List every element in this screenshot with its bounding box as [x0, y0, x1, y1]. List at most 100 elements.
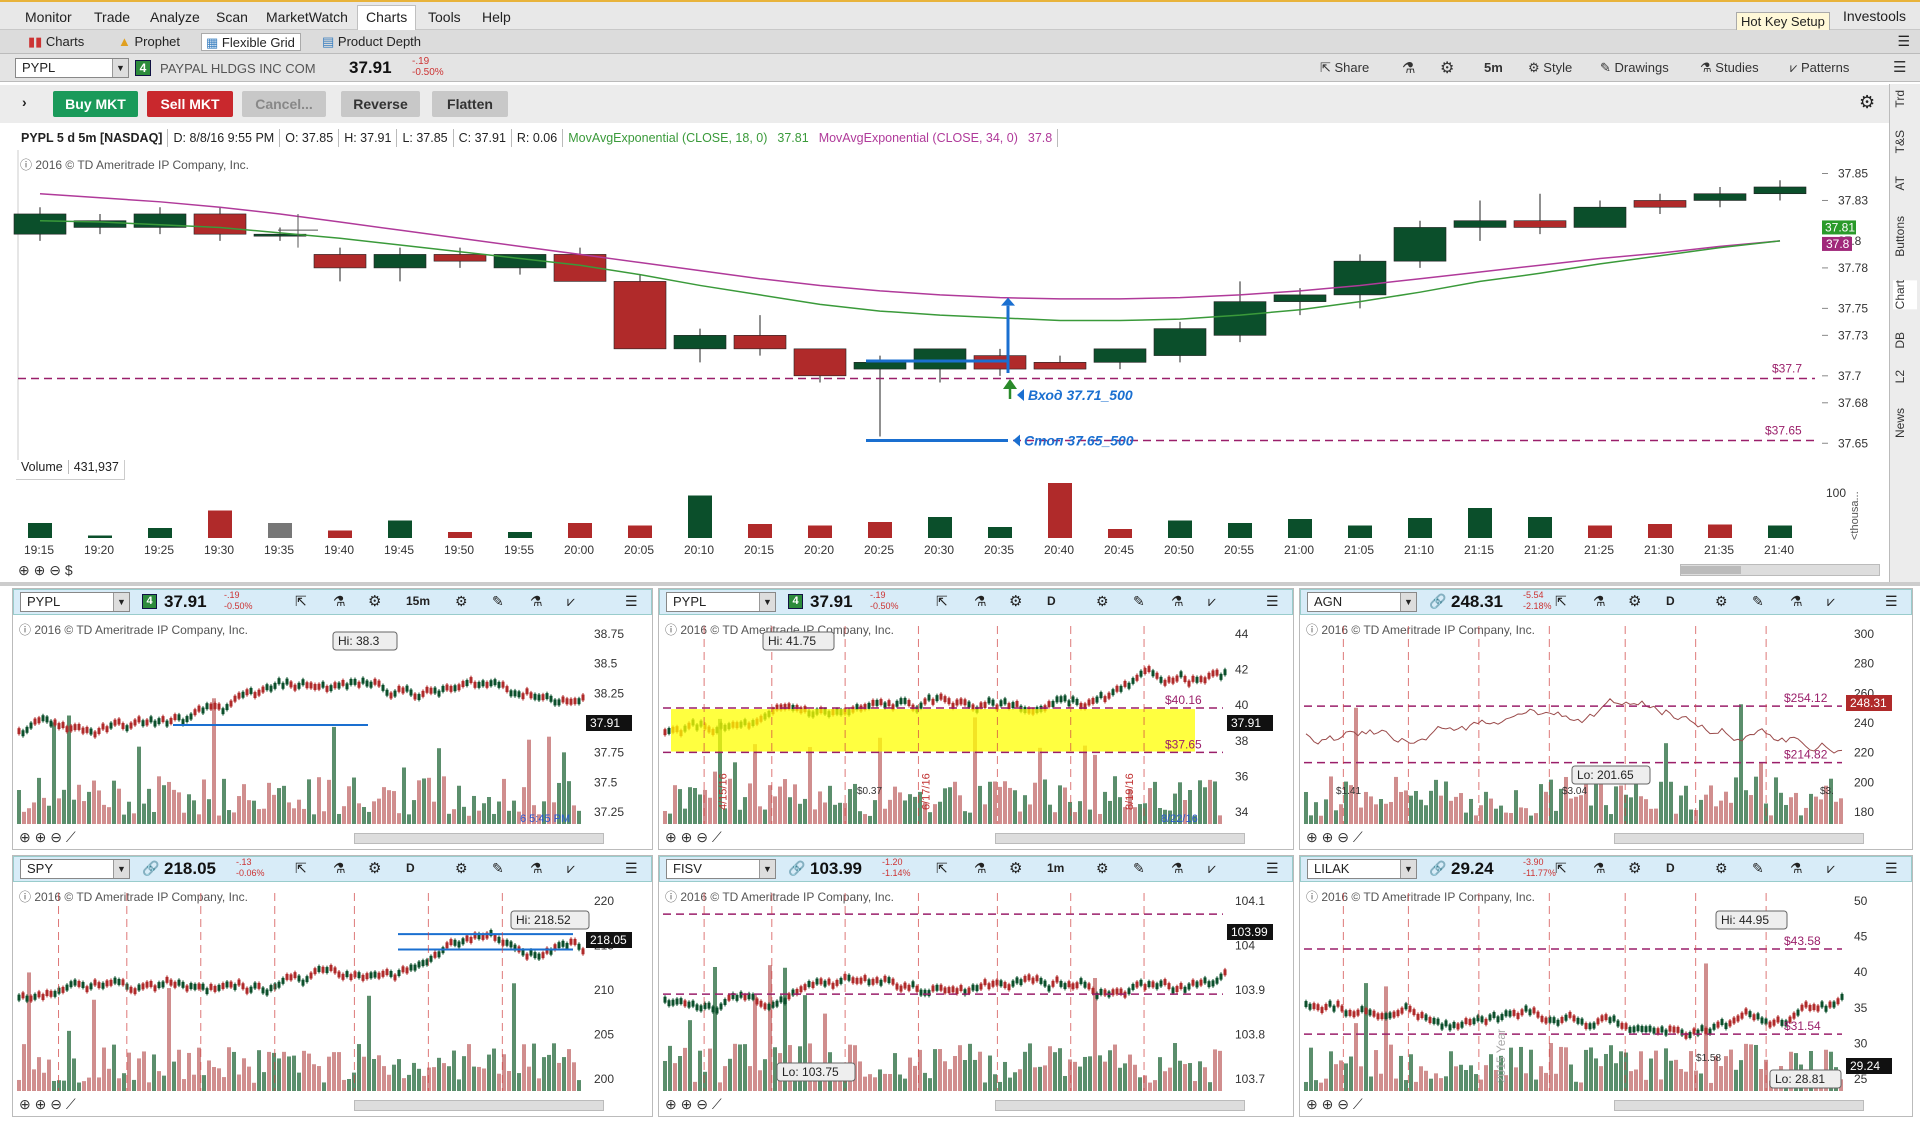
crosshair-icon[interactable]: ⊕ — [19, 1096, 31, 1112]
share-icon[interactable]: ⇱ — [1555, 860, 1567, 877]
patterns-icon[interactable]: ⩗ — [1827, 593, 1835, 610]
zoom-out-icon[interactable]: ⊖ — [696, 829, 708, 845]
gear-icon[interactable]: ⚙ — [1628, 592, 1641, 610]
panel-scrollbar[interactable] — [354, 833, 604, 844]
tab-db[interactable]: DB — [1893, 332, 1917, 349]
menu-list-icon[interactable]: ☰ — [1897, 33, 1910, 50]
link-icon[interactable]: 🔗 — [788, 860, 805, 877]
pencil-icon[interactable]: ✎ — [1752, 593, 1764, 610]
panel-scrollbar[interactable] — [354, 1100, 604, 1111]
link-icon[interactable]: 🔗 — [1429, 860, 1446, 877]
zoom-in-icon[interactable]: ⊕ — [34, 562, 46, 578]
zoom-out-icon[interactable]: ⊖ — [49, 562, 61, 578]
candle[interactable] — [193, 207, 247, 241]
patterns-button[interactable]: ⩗ Patterns — [1790, 60, 1849, 76]
gear-icon[interactable]: ⚙ — [1628, 859, 1641, 877]
candle[interactable] — [853, 355, 907, 437]
patterns-icon[interactable]: ⩗ — [567, 593, 575, 610]
studies-icon[interactable]: ⚗ — [1790, 593, 1803, 610]
sell-mkt-button[interactable]: Sell MKT — [147, 91, 233, 117]
candle[interactable] — [1633, 193, 1687, 214]
menu-list-icon[interactable]: ☰ — [1893, 58, 1906, 76]
drawing-tool-icon[interactable]: ⟋ — [712, 1096, 722, 1112]
panel-chart[interactable]: 38.7538.538.253837.7537.537.2537.91Hi: 3… — [13, 616, 652, 828]
flask-icon[interactable]: ⚗ — [333, 860, 346, 877]
link-badge[interactable]: 4 — [142, 594, 157, 609]
studies-icon[interactable]: ⚗ — [530, 593, 543, 610]
menu-monitor[interactable]: Monitor — [17, 7, 80, 27]
symbol-select[interactable]: PYPL ▼ — [20, 592, 130, 612]
menu-trade[interactable]: Trade — [86, 7, 138, 27]
patterns-icon[interactable]: ⩗ — [1827, 860, 1835, 877]
flask-icon[interactable]: ⚗ — [1593, 593, 1606, 610]
link-icon[interactable]: 🔗 — [1429, 593, 1446, 610]
crosshair-icon[interactable]: ⊕ — [1306, 1096, 1318, 1112]
timeframe-button[interactable]: 1m — [1047, 861, 1064, 875]
main-scrollbar[interactable] — [1680, 564, 1880, 576]
patterns-icon[interactable]: ⩗ — [567, 860, 575, 877]
menu-list-icon[interactable]: ☰ — [1885, 860, 1898, 877]
tab-at[interactable]: AT — [1893, 176, 1917, 190]
patterns-icon[interactable]: ⩗ — [1208, 860, 1216, 877]
menu-list-icon[interactable]: ☰ — [1266, 593, 1279, 610]
share-icon[interactable]: ⇱ — [936, 593, 948, 610]
tab-l2[interactable]: L2 — [1893, 370, 1917, 383]
timeframe-button[interactable]: D — [1666, 594, 1675, 608]
investools-link[interactable]: Investools — [1843, 8, 1906, 24]
pencil-icon[interactable]: ✎ — [492, 593, 504, 610]
tab-chart[interactable]: Chart — [1893, 280, 1917, 310]
menu-list-icon[interactable]: ☰ — [625, 593, 638, 610]
timeframe-button[interactable]: D — [1047, 594, 1056, 608]
scrollbar-thumb[interactable] — [1681, 566, 1741, 574]
reverse-button[interactable]: Reverse — [341, 91, 420, 117]
link-icon[interactable]: 🔗 — [142, 860, 159, 877]
candle[interactable] — [613, 274, 667, 350]
panel-chart[interactable]: $40.16$37.6544424038363437.91Hi: 41.758/… — [659, 616, 1293, 828]
share-icon[interactable]: ⇱ — [295, 593, 307, 610]
panel-chart[interactable]: $43.58$31.5450454035302529.24Hi: 44.95Lo… — [1300, 883, 1912, 1095]
flask-icon[interactable]: ⚗ — [974, 593, 987, 610]
drawing-tool-icon[interactable]: ⟋ — [66, 829, 76, 845]
share-icon[interactable]: ⇱ — [936, 860, 948, 877]
drawing-tool-icon[interactable]: ⟋ — [1353, 829, 1363, 845]
tab-trd[interactable]: Trd — [1893, 90, 1917, 108]
drawings-button[interactable]: ✎ Drawings — [1600, 60, 1669, 76]
candle[interactable] — [73, 213, 127, 235]
hot-key-setup[interactable]: Hot Key Setup — [1736, 12, 1830, 31]
chart-panel-fisv[interactable]: FISV ▼ 🔗 103.99 -1.20 -1.14% ⇱ ⚗ ⚙ 1m ⚙ ✎ ⚗ ⩗ ☰ ⓘ 2016 … — [658, 855, 1294, 1117]
highlight-zone[interactable] — [671, 709, 1195, 752]
style-icon[interactable]: ⚙ — [1096, 860, 1109, 877]
studies-icon[interactable]: ⚗ — [1171, 860, 1184, 877]
pencil-icon[interactable]: ✎ — [1752, 860, 1764, 877]
zoom-in-icon[interactable]: ⊕ — [35, 1096, 47, 1112]
candle[interactable] — [673, 328, 727, 363]
pencil-icon[interactable]: ✎ — [1133, 860, 1145, 877]
patterns-icon[interactable]: ⩗ — [1208, 593, 1216, 610]
pencil-icon[interactable]: ✎ — [492, 860, 504, 877]
flask-icon[interactable]: ⚗ — [974, 860, 987, 877]
candle[interactable] — [1513, 193, 1567, 235]
panel-chart[interactable]: 220215210205200218.05Hi: 218.52 — [13, 883, 652, 1095]
gear-icon[interactable]: ⚙ — [368, 859, 381, 877]
drawing-tool-icon[interactable]: ⟋ — [66, 1096, 76, 1112]
symbol-select[interactable]: FISV ▼ — [666, 859, 776, 879]
symbol-select[interactable]: AGN ▼ — [1307, 592, 1417, 612]
studies-icon[interactable]: ⚗ — [1171, 593, 1184, 610]
menu-list-icon[interactable]: ☰ — [625, 860, 638, 877]
menu-marketwatch[interactable]: MarketWatch — [258, 7, 356, 27]
tab-ts[interactable]: T&S — [1893, 130, 1917, 153]
crosshair-icon[interactable]: ⊕ — [18, 562, 30, 578]
pencil-icon[interactable]: ✎ — [1133, 593, 1145, 610]
style-icon[interactable]: ⚙ — [1096, 593, 1109, 610]
candle[interactable] — [373, 247, 427, 282]
symbol-select[interactable]: PYPL ▼ — [666, 592, 776, 612]
studies-icon[interactable]: ⚗ — [1790, 860, 1803, 877]
candle[interactable] — [1153, 321, 1207, 363]
timeframe-button[interactable]: 15m — [406, 594, 430, 608]
candle[interactable] — [133, 207, 187, 235]
zoom-in-icon[interactable]: ⊕ — [1322, 1096, 1334, 1112]
panel-chart[interactable]: 104.1104103.9103.8103.7103.99Lo: 103.75 — [659, 883, 1293, 1095]
share-icon[interactable]: ⇱ — [1555, 593, 1567, 610]
menu-help[interactable]: Help — [474, 7, 519, 27]
chart-panel-pypl[interactable]: PYPL ▼ 4 37.91 -.19 -0.50% ⇱ ⚗ ⚙ D ⚙ ✎ ⚗ ⩗ ☰ ⓘ 2016 © T… — [658, 588, 1294, 850]
